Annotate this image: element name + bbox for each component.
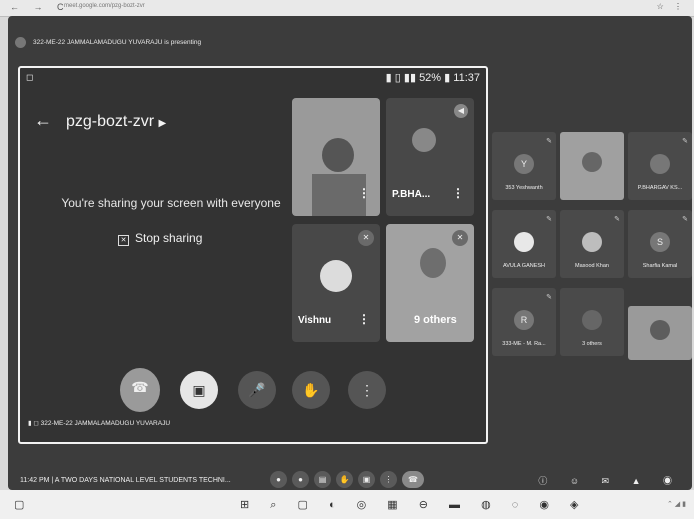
- mic-icon: ▮ ◻: [28, 420, 41, 427]
- grid-tile[interactable]: ✎ AVULA GANESH: [492, 210, 556, 278]
- more-options-icon[interactable]: ⋮: [358, 186, 370, 200]
- speaker-icon: ◀: [454, 104, 468, 118]
- grid-name: 333-ME - M. Ra...: [502, 341, 546, 347]
- others-count: 9 others: [414, 314, 457, 326]
- mic-off-icon: ✎: [546, 216, 552, 223]
- participant-tile[interactable]: ◀ P.BHA... ⋮: [386, 98, 474, 216]
- grid-name: 3 others: [582, 341, 602, 347]
- mic-off-icon: ✎: [546, 138, 552, 145]
- grid-name: Masood Khan: [575, 263, 609, 269]
- present-button[interactable]: ▣: [358, 471, 375, 488]
- mic-off-icon: ✕: [452, 230, 468, 246]
- grid-tile[interactable]: ✎ R 333-ME - M. Ra...: [492, 288, 556, 356]
- grid-tile[interactable]: [560, 132, 624, 200]
- battery-level: 52%: [419, 72, 442, 84]
- grid-name: P.BHARGAV KS...: [637, 185, 683, 191]
- notification-icon: ◻: [26, 72, 34, 82]
- shared-screen: ◻ ▮ ▯ ▮▮ 52% ▮ 11:37 ← pzg-bozt-zvr ▶ You…: [18, 66, 488, 444]
- browser-nav-buttons[interactable]: ← → C: [10, 2, 70, 12]
- more-options-button[interactable]: ⋮: [348, 371, 386, 409]
- system-tray[interactable]: ⌃ ◢ ▮: [667, 500, 686, 508]
- participant-figure: [420, 248, 446, 278]
- meeting-time-title: 11:42 PM | A TWO DAYS NATIONAL LEVEL STU…: [20, 477, 231, 484]
- grid-tile[interactable]: ✎ S Sharfia Kamal: [628, 210, 692, 278]
- participant-name: Vishnu: [298, 315, 332, 326]
- mic-off-icon: ✎: [682, 216, 688, 223]
- camera-off-button[interactable]: ▣: [180, 371, 218, 409]
- more-options-icon[interactable]: ⋮: [380, 471, 397, 488]
- avatar: [514, 232, 534, 252]
- os-taskbar: ▢ ⊞ ⌕ ▢ ◐ ◎ ▦ ⊖ ▬ ◍ ◌ ◉ ◈ ⌃ ◢ ▮: [0, 490, 694, 519]
- microphone-button[interactable]: 🎤: [238, 371, 276, 409]
- raise-hand-icon[interactable]: ✋: [336, 471, 353, 488]
- meeting-bottom-bar: 11:42 PM | A TWO DAYS NATIONAL LEVEL STU…: [8, 471, 692, 490]
- grid-name: AVULA GANESH: [502, 263, 546, 269]
- mic-off-icon: ✎: [546, 294, 552, 301]
- browser-menu-icons[interactable]: ☆ ⋮: [657, 2, 686, 11]
- participant-avatar: [320, 260, 352, 292]
- participant-figure: [650, 320, 670, 340]
- avatar: R: [514, 310, 534, 330]
- taskbar-app-icons[interactable]: ⊞ ⌕ ▢ ◐ ◎ ▦ ⊖ ▬ ◍ ◌ ◉ ◈: [240, 498, 587, 512]
- grid-name: 353 Yeshwanth: [505, 185, 543, 191]
- phone-status-bar: ◻ ▮ ▯ ▮▮ 52% ▮ 11:37: [20, 68, 486, 88]
- stop-icon: ✕: [118, 235, 129, 246]
- avatar: S: [650, 232, 670, 252]
- camera-button[interactable]: ●: [292, 471, 309, 488]
- mic-off-icon: ✕: [358, 230, 374, 246]
- participant-figure: [322, 138, 354, 172]
- meeting-side-icons[interactable]: ⓘ ☺ ✉ ▲ ◉: [538, 474, 682, 487]
- mic-button[interactable]: ●: [270, 471, 287, 488]
- presenter-label: ▮ ◻ 322-ME-22 JAMMALAMADUGU YUVARAJU: [28, 419, 170, 427]
- presenting-text: 322-ME-22 JAMMALAMADUGU YUVARAJU is pres…: [33, 39, 202, 46]
- mic-off-icon: ✎: [614, 216, 620, 223]
- end-call-icon[interactable]: ☎: [402, 471, 424, 488]
- grid-name: Sharfia Kamal: [642, 263, 678, 269]
- browser-toolbar: ← → C meet.google.com/pzg-bozt-zvr ☆ ⋮: [0, 0, 694, 17]
- sharing-message: You're sharing your screen with everyone: [61, 196, 281, 210]
- bottom-controls: ● ● ▤ ✋ ▣ ⋮ ☎: [270, 471, 429, 488]
- meet-window: 322-ME-22 JAMMALAMADUGU YUVARAJU is pres…: [8, 16, 692, 490]
- avatar: [650, 154, 670, 174]
- end-call-button[interactable]: ☎: [120, 368, 160, 412]
- participant-tile[interactable]: ✕ Vishnu ⋮: [292, 224, 380, 342]
- mic-off-icon: ✎: [682, 138, 688, 145]
- presenter-name: 322-ME-22 JAMMALAMADUGU YUVARAJU: [40, 420, 171, 427]
- participant-avatar: [412, 128, 436, 152]
- participant-name: P.BHA...: [392, 189, 431, 200]
- battery-icon: ▮: [444, 72, 451, 84]
- presenter-avatar: [15, 37, 26, 48]
- stop-sharing-label: Stop sharing: [135, 231, 203, 245]
- participant-figure: [582, 152, 602, 172]
- start-icon[interactable]: ▢: [14, 498, 24, 511]
- grid-tile[interactable]: ✎ P.BHARGAV KS...: [628, 132, 692, 200]
- meeting-code[interactable]: pzg-bozt-zvr: [66, 113, 154, 130]
- avatar: [582, 232, 602, 252]
- avatar: [582, 310, 602, 330]
- raise-hand-button[interactable]: ✋: [292, 371, 330, 409]
- chevron-right-icon[interactable]: ▶: [158, 118, 166, 129]
- grid-tile[interactable]: [628, 306, 692, 360]
- grid-tile[interactable]: ✎ Y 353 Yeshwanth: [492, 132, 556, 200]
- avatar: Y: [514, 154, 534, 174]
- participant-tile[interactable]: ⋮: [292, 98, 380, 216]
- grid-tile[interactable]: 3 others: [560, 288, 624, 356]
- stop-sharing-button[interactable]: ✕ Stop sharing: [118, 231, 202, 246]
- more-options-icon[interactable]: ⋮: [358, 312, 370, 326]
- address-bar[interactable]: meet.google.com/pzg-bozt-zvr: [64, 3, 145, 9]
- clock: 11:37: [453, 72, 480, 84]
- grid-tile[interactable]: ✎ Masood Khan: [560, 210, 624, 278]
- meeting-title-bar: ← pzg-bozt-zvr ▶: [34, 110, 166, 131]
- back-arrow-icon[interactable]: ←: [34, 110, 52, 130]
- signal-icon: ▮ ▯ ▮▮: [385, 72, 420, 84]
- captions-button[interactable]: ▤: [314, 471, 331, 488]
- others-tile[interactable]: ✕ 9 others: [386, 224, 474, 342]
- more-options-icon[interactable]: ⋮: [452, 186, 464, 200]
- presenting-banner: 322-ME-22 JAMMALAMADUGU YUVARAJU is pres…: [8, 34, 692, 52]
